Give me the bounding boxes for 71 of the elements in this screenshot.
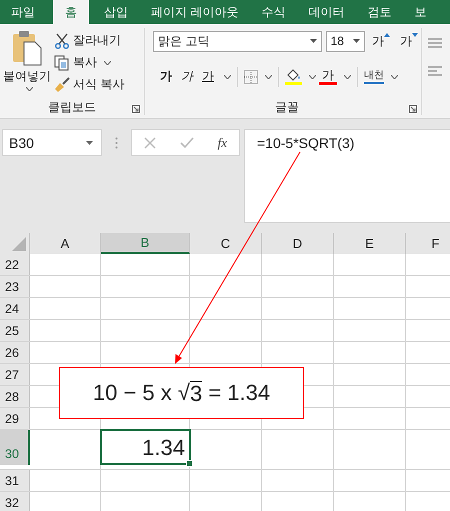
underline-button[interactable]: 가 xyxy=(199,68,217,85)
dropdown-arrow-icon xyxy=(353,39,360,43)
corner-triangle-icon xyxy=(12,237,26,251)
clipboard-icon xyxy=(12,30,42,66)
active-cell[interactable]: 1.34 xyxy=(100,429,191,465)
equation-text: 10 − 5 x √3 = 1.34 xyxy=(59,367,304,419)
row-header[interactable]: 22 xyxy=(0,254,30,275)
row-header[interactable]: 25 xyxy=(0,320,30,341)
checkmark-icon[interactable] xyxy=(180,136,194,148)
ribbon-tab[interactable]: 파일 xyxy=(2,0,44,24)
cut-button[interactable]: 잘라내기 xyxy=(54,30,124,51)
ribbon-tab[interactable]: 수식 xyxy=(252,0,294,24)
row-header[interactable]: 32 xyxy=(0,492,30,511)
row-header[interactable]: 23 xyxy=(0,276,30,297)
ribbon-tab[interactable]: 보 xyxy=(405,0,436,24)
formula-field[interactable]: =10-5*SQRT(3) xyxy=(244,129,450,223)
caret-icon[interactable] xyxy=(265,74,272,78)
fill-bucket-icon[interactable] xyxy=(285,68,302,85)
ribbon-tab[interactable]: 페이지 레이아웃 xyxy=(142,0,248,24)
dialog-launcher-icon[interactable] xyxy=(409,105,417,113)
drag-handle-icon[interactable] xyxy=(115,137,118,149)
font-name-field[interactable]: 맑은 고딕 xyxy=(153,30,322,52)
row-header[interactable]: 27 xyxy=(0,364,30,385)
group-label: 글꼴 xyxy=(275,98,299,116)
ribbon-tab[interactable]: 데이터 xyxy=(299,0,354,24)
italic-button[interactable]: 가 xyxy=(178,68,196,85)
bold-button[interactable]: 가 xyxy=(157,68,175,85)
copy-icon xyxy=(54,54,70,70)
ribbon-tab[interactable]: 홈 xyxy=(53,0,89,24)
font-color-button[interactable]: 가 xyxy=(319,68,337,84)
row-header[interactable]: 29 xyxy=(0,408,30,429)
format-painter-button[interactable]: 서식 복사 xyxy=(54,74,124,95)
shrink-font-button[interactable]: 가 xyxy=(397,32,421,50)
paintbrush-icon xyxy=(54,76,70,92)
paste-button[interactable]: 붙여넣기 xyxy=(0,28,54,99)
caret-icon[interactable] xyxy=(391,74,398,78)
column-header[interactable]: B xyxy=(101,233,190,254)
grow-font-button[interactable]: 가 xyxy=(369,32,393,50)
row-header[interactable]: 30 xyxy=(0,430,30,465)
up-arrow-icon xyxy=(384,32,390,36)
ribbon-tab[interactable]: 검토 xyxy=(358,0,400,24)
phonetic-guide-button[interactable]: 내천 xyxy=(364,70,384,84)
dropdown-arrow-icon xyxy=(310,39,317,43)
row-header[interactable]: 31 xyxy=(0,470,30,491)
caret-icon[interactable] xyxy=(344,74,351,78)
align-top-icon[interactable] xyxy=(428,38,442,48)
caret-icon[interactable] xyxy=(309,74,316,78)
name-box[interactable]: B30 xyxy=(2,129,102,156)
row-header[interactable]: 24 xyxy=(0,298,30,319)
column-header[interactable]: D xyxy=(262,233,334,254)
ribbon-tab[interactable]: 삽입 xyxy=(95,0,137,24)
row-header[interactable]: 26 xyxy=(0,342,30,363)
column-header[interactable]: C xyxy=(190,233,262,254)
column-header[interactable]: F xyxy=(406,233,450,254)
group-label: 클립보드 xyxy=(48,98,96,116)
row-header[interactable]: 28 xyxy=(0,386,30,407)
caret-icon xyxy=(26,87,32,91)
dropdown-arrow-icon xyxy=(86,140,93,144)
column-header[interactable]: A xyxy=(30,233,101,254)
fill-handle[interactable] xyxy=(186,460,193,467)
caret-icon xyxy=(104,60,111,64)
insert-function-button[interactable]: fx xyxy=(218,134,228,150)
border-icon[interactable] xyxy=(244,70,258,84)
column-header[interactable]: E xyxy=(334,233,406,254)
copy-button[interactable]: 복사 xyxy=(54,52,124,73)
align-left-icon[interactable] xyxy=(428,66,442,76)
dialog-launcher-icon[interactable] xyxy=(132,105,140,113)
down-arrow-icon xyxy=(412,32,418,36)
scissors-icon xyxy=(54,32,70,48)
font-size-field[interactable]: 18 xyxy=(326,30,365,52)
caret-icon[interactable] xyxy=(224,74,231,78)
